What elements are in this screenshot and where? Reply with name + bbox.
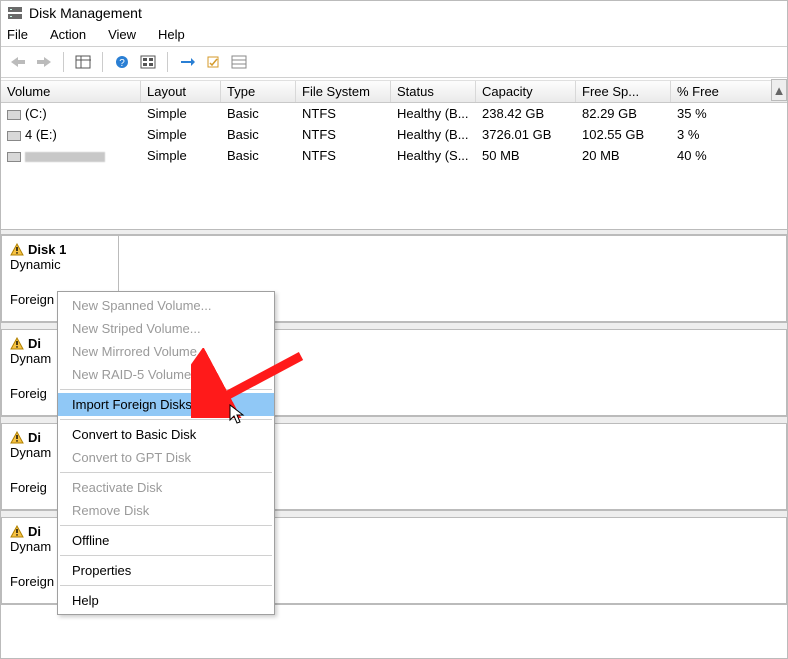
- ctx-properties[interactable]: Properties: [58, 559, 274, 582]
- ctx-separator: [60, 472, 272, 473]
- ctx-new-spanned-volume: New Spanned Volume...: [58, 294, 274, 317]
- window-title: Disk Management: [29, 5, 142, 21]
- drive-icon: [7, 110, 21, 120]
- drive-icon: [7, 131, 21, 141]
- menu-view[interactable]: View: [108, 27, 136, 42]
- ctx-convert-to-basic-disk[interactable]: Convert to Basic Disk: [58, 423, 274, 446]
- ctx-offline[interactable]: Offline: [58, 529, 274, 552]
- ctx-separator: [60, 389, 272, 390]
- ctx-convert-to-gpt-disk: Convert to GPT Disk: [58, 446, 274, 469]
- ctx-separator: [60, 585, 272, 586]
- ctx-reactivate-disk: Reactivate Disk: [58, 476, 274, 499]
- volume-name-cell: (C:): [1, 103, 141, 124]
- forward-icon: [33, 51, 55, 73]
- ctx-remove-disk: Remove Disk: [58, 499, 274, 522]
- help-icon[interactable]: ?: [111, 51, 133, 73]
- properties-icon[interactable]: [202, 51, 224, 73]
- col-free-space[interactable]: Free Sp...: [576, 81, 671, 102]
- ctx-new-mirrored-volume: New Mirrored Volume...: [58, 340, 274, 363]
- mouse-cursor-icon: [229, 404, 247, 426]
- volume-row[interactable]: Simple Basic NTFS Healthy (S... 50 MB 20…: [1, 145, 787, 166]
- warning-icon: [10, 525, 24, 539]
- menu-help[interactable]: Help: [158, 27, 185, 42]
- toolbar: ?: [1, 47, 787, 78]
- col-layout[interactable]: Layout: [141, 81, 221, 102]
- context-menu: New Spanned Volume... New Striped Volume…: [57, 291, 275, 615]
- ctx-new-striped-volume: New Striped Volume...: [58, 317, 274, 340]
- toolbar-separator: [167, 52, 168, 72]
- redacted-label: [25, 152, 105, 162]
- col-filesystem[interactable]: File System: [296, 81, 391, 102]
- svg-text:?: ?: [119, 58, 125, 69]
- col-type[interactable]: Type: [221, 81, 296, 102]
- app-icon: [7, 5, 23, 21]
- volume-row[interactable]: 4 (E:) Simple Basic NTFS Healthy (B... 3…: [1, 124, 787, 145]
- ctx-separator: [60, 525, 272, 526]
- toolbar-separator: [102, 52, 103, 72]
- settings-view-icon[interactable]: [137, 51, 159, 73]
- volume-list-header: Volume Layout Type File System Status Ca…: [1, 80, 787, 103]
- col-status[interactable]: Status: [391, 81, 476, 102]
- volume-name-cell: [1, 145, 141, 166]
- volume-row[interactable]: (C:) Simple Basic NTFS Healthy (B... 238…: [1, 103, 787, 124]
- menu-action[interactable]: Action: [50, 27, 86, 42]
- ctx-separator: [60, 555, 272, 556]
- drive-icon: [7, 152, 21, 162]
- scroll-up-button[interactable]: ▲: [771, 79, 787, 101]
- warning-icon: [10, 431, 24, 445]
- toolbar-separator: [63, 52, 64, 72]
- back-icon: [7, 51, 29, 73]
- col-volume[interactable]: Volume: [1, 81, 141, 102]
- disk-name: Disk 1: [10, 242, 110, 257]
- ctx-new-raid5-volume: New RAID-5 Volume...: [58, 363, 274, 386]
- warning-icon: [10, 243, 24, 257]
- refresh-icon[interactable]: [176, 51, 198, 73]
- ctx-help[interactable]: Help: [58, 589, 274, 612]
- console-tree-icon[interactable]: [72, 51, 94, 73]
- disk-type: Dynamic: [10, 257, 110, 272]
- title-bar: Disk Management: [1, 1, 787, 25]
- col-capacity[interactable]: Capacity: [476, 81, 576, 102]
- col-percent-free[interactable]: % Free: [671, 81, 756, 102]
- menu-bar: File Action View Help: [1, 25, 787, 47]
- menu-file[interactable]: File: [7, 27, 28, 42]
- warning-icon: [10, 337, 24, 351]
- list-icon[interactable]: [228, 51, 250, 73]
- volume-name-cell: 4 (E:): [1, 124, 141, 145]
